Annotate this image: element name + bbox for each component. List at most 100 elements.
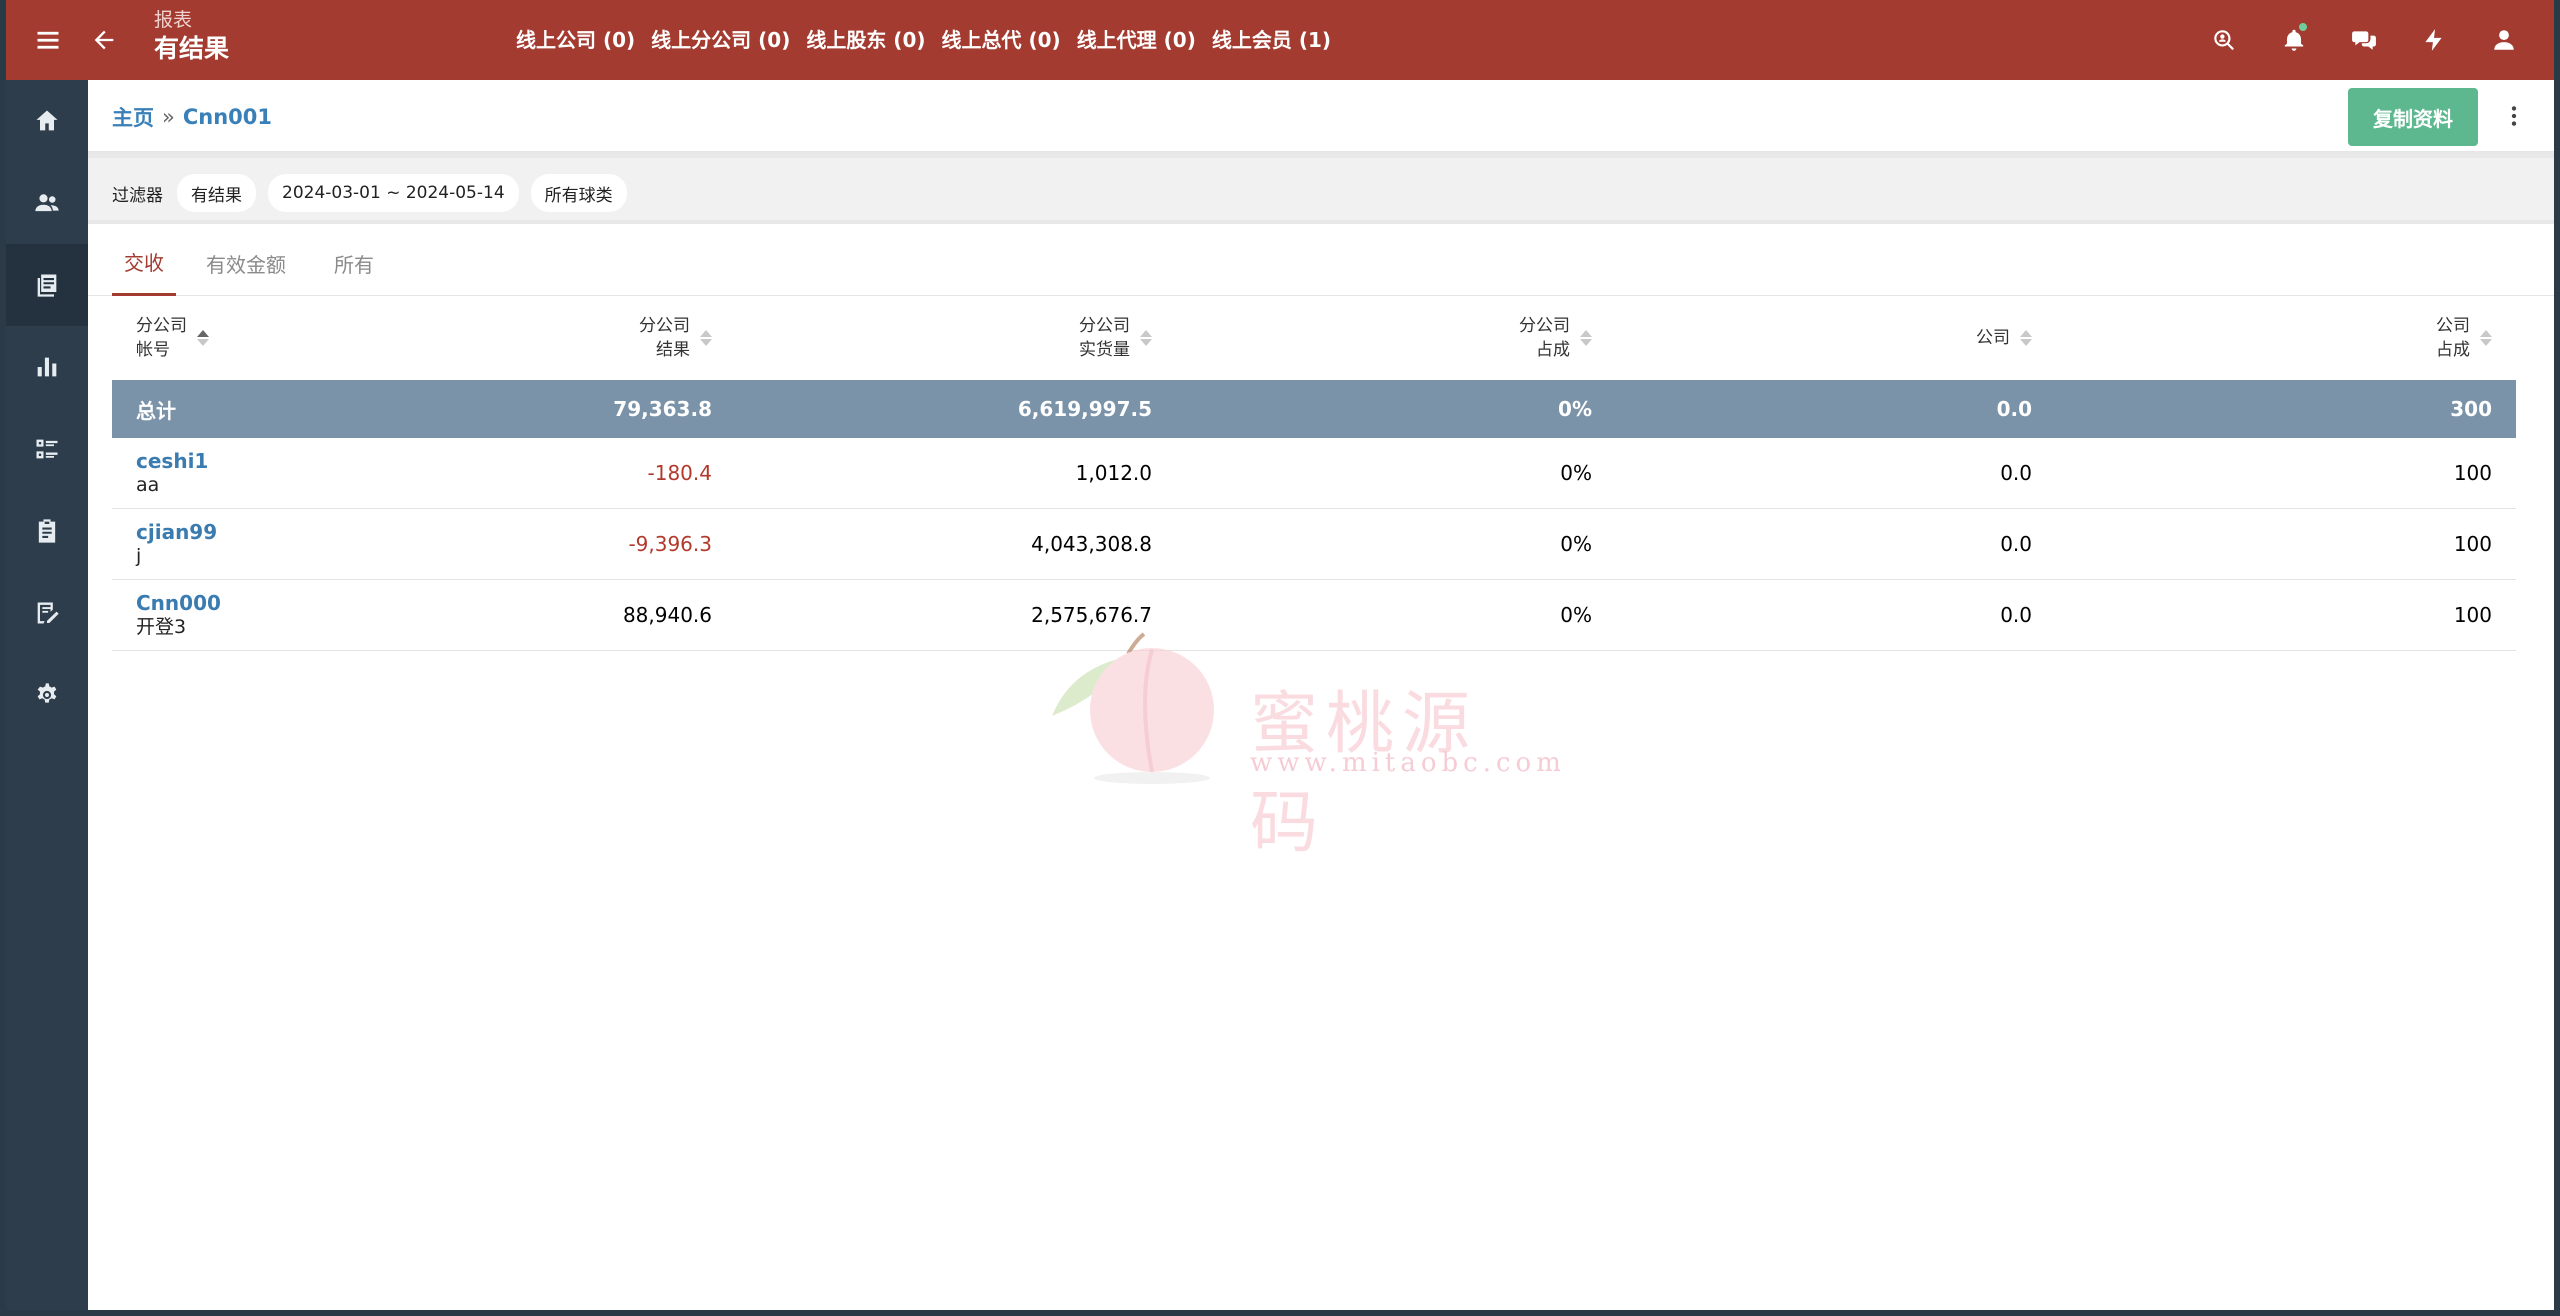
total-label: 总计 (136, 398, 176, 423)
col-header-company-share[interactable]: 公司 占成 (2436, 296, 2492, 380)
col-header-account[interactable]: 分公司 帐号 (136, 296, 209, 380)
share-cell: 0% (1560, 532, 1592, 556)
sort-icon[interactable] (2480, 330, 2492, 346)
col-header-volume-line1: 分公司 (1079, 316, 1130, 336)
online-agent-link[interactable]: 线上代理 (0) (1077, 24, 1196, 53)
online-member-link[interactable]: 线上会员 (1) (1212, 24, 1331, 53)
online-shareholder-link[interactable]: 线上股东 (0) (806, 24, 925, 53)
sidebar (6, 80, 88, 1310)
table-total-row: 总计 79,363.8 6,619,997.5 0% 0.0 300 (112, 380, 2516, 438)
lightning-icon[interactable] (2414, 20, 2454, 60)
total-result: 79,363.8 (613, 397, 712, 421)
col-header-share-line2: 占成 (1536, 340, 1570, 360)
sort-icon[interactable] (1580, 330, 1592, 346)
table-row: ceshi1 aa -180.4 1,012.0 0% 0.0 100 (112, 438, 2516, 509)
col-header-volume[interactable]: 分公司 实货量 (1079, 296, 1152, 380)
table-row: Cnn000 开登3 88,940.6 2,575,676.7 0% 0.0 1… (112, 580, 2516, 651)
account-link[interactable]: ceshi1 (136, 449, 208, 473)
user-icon[interactable] (2484, 20, 2524, 60)
main-content: 主页 » Cnn001 复制资料 过滤器 有结果 2024-03-01 ~ 20… (88, 80, 2554, 1310)
sidebar-item-users[interactable] (6, 162, 88, 244)
sidebar-item-settings[interactable] (6, 654, 88, 736)
col-header-account-line1: 分公司 (136, 316, 187, 336)
account-link[interactable]: Cnn000 (136, 591, 221, 615)
filter-bar: 过滤器 有结果 2024-03-01 ~ 2024-05-14 所有球类 (88, 152, 2554, 224)
edit-document-icon (37, 602, 59, 624)
header-actions (2204, 20, 2524, 60)
col-header-share[interactable]: 分公司 占成 (1519, 296, 1592, 380)
menu-icon[interactable] (28, 20, 68, 60)
breadcrumb: 主页 » Cnn001 (112, 102, 272, 132)
account-name: j (136, 545, 142, 567)
company-cell: 0.0 (2000, 532, 2032, 556)
col-header-volume-line2: 实货量 (1079, 340, 1130, 360)
tab-settlement[interactable]: 交收 (112, 230, 176, 296)
table-row: cjian99 j -9,396.3 4,043,308.8 0% 0.0 10… (112, 509, 2516, 580)
breadcrumb-separator: » (162, 105, 175, 129)
volume-cell: 1,012.0 (1075, 461, 1152, 485)
report-table: 分公司 帐号 分公司 结果 分公司 实货量 分公司 占成 公司 公司 占成 总计… (112, 296, 2516, 651)
col-header-result[interactable]: 分公司 结果 (639, 296, 712, 380)
app-window: 报表 有结果 线上公司 (0) 线上分公司 (0) 线上股东 (0) 线上总代 … (6, 0, 2554, 1310)
company-share-cell: 100 (2453, 461, 2492, 485)
page-title-block: 报表 有结果 (154, 8, 229, 66)
sort-icon[interactable] (1140, 330, 1152, 346)
filter-chip-result[interactable]: 有结果 (177, 174, 256, 212)
sort-icon[interactable] (197, 330, 209, 346)
account-cell: ceshi1 aa (136, 438, 208, 508)
notification-dot (2299, 23, 2307, 31)
page-title: 有结果 (154, 34, 230, 63)
table-header-row: 分公司 帐号 分公司 结果 分公司 实货量 分公司 占成 公司 公司 占成 (112, 296, 2516, 380)
online-branch-link[interactable]: 线上分公司 (0) (651, 24, 790, 53)
sort-icon[interactable] (700, 330, 712, 346)
company-cell: 0.0 (2000, 603, 2032, 627)
result-cell: -180.4 (647, 461, 712, 485)
tab-bar: 交收 有效金额 所有 (88, 230, 2554, 296)
col-header-company[interactable]: 公司 (1976, 296, 2032, 380)
back-arrow-icon[interactable] (84, 20, 124, 60)
breadcrumb-home-link[interactable]: 主页 (112, 102, 154, 132)
copy-data-button[interactable]: 复制资料 (2348, 88, 2478, 146)
result-cell: -9,396.3 (628, 532, 712, 556)
sort-icon[interactable] (2020, 330, 2032, 346)
sidebar-item-list[interactable] (6, 408, 88, 490)
col-header-company-share-line1: 公司 (2436, 316, 2470, 336)
sidebar-item-charts[interactable] (6, 326, 88, 408)
filter-chip-date-range[interactable]: 2024-03-01 ~ 2024-05-14 (268, 174, 519, 212)
page-subtitle: 报表 (154, 9, 193, 31)
users-icon (35, 194, 59, 212)
sidebar-item-home[interactable] (6, 80, 88, 162)
filter-label: 过滤器 (112, 185, 163, 206)
sidebar-item-edit-log[interactable] (6, 572, 88, 654)
account-cell: Cnn000 开登3 (136, 580, 221, 650)
total-company-share: 300 (2450, 397, 2492, 421)
search-user-icon[interactable] (2204, 20, 2244, 60)
col-header-result-line1: 分公司 (639, 316, 690, 336)
watermark-text: 蜜桃源码 (1250, 685, 1479, 863)
bell-icon[interactable] (2274, 20, 2314, 60)
sidebar-item-reports[interactable] (6, 244, 88, 326)
volume-cell: 4,043,308.8 (1031, 532, 1152, 556)
share-cell: 0% (1560, 603, 1592, 627)
online-company-link[interactable]: 线上公司 (0) (516, 24, 635, 53)
col-header-result-line2: 结果 (656, 340, 690, 360)
reports-icon (37, 274, 57, 297)
total-company: 0.0 (1996, 397, 2032, 421)
col-header-company-share-line2: 占成 (2436, 340, 2470, 360)
filter-chip-sport[interactable]: 所有球类 (530, 174, 627, 212)
company-share-cell: 100 (2453, 603, 2492, 627)
col-header-company-line1: 公司 (1976, 328, 2010, 348)
online-status-nav: 线上公司 (0) 线上分公司 (0) 线上股东 (0) 线上总代 (0) 线上代… (516, 24, 1331, 53)
account-link[interactable]: cjian99 (136, 520, 217, 544)
chat-icon[interactable] (2344, 20, 2384, 60)
filter-row: 过滤器 有结果 2024-03-01 ~ 2024-05-14 所有球类 (112, 174, 627, 212)
sidebar-item-clipboard[interactable] (6, 490, 88, 572)
breadcrumb-bar: 主页 » Cnn001 复制资料 (88, 80, 2554, 152)
online-general-agent-link[interactable]: 线上总代 (0) (942, 24, 1061, 53)
tab-valid-amount[interactable]: 有效金额 (204, 230, 288, 296)
tab-all[interactable]: 所有 (332, 230, 376, 296)
breadcrumb-current[interactable]: Cnn001 (183, 105, 272, 129)
more-vertical-icon[interactable] (2494, 96, 2534, 136)
total-volume: 6,619,997.5 (1017, 397, 1152, 421)
company-share-cell: 100 (2453, 532, 2492, 556)
